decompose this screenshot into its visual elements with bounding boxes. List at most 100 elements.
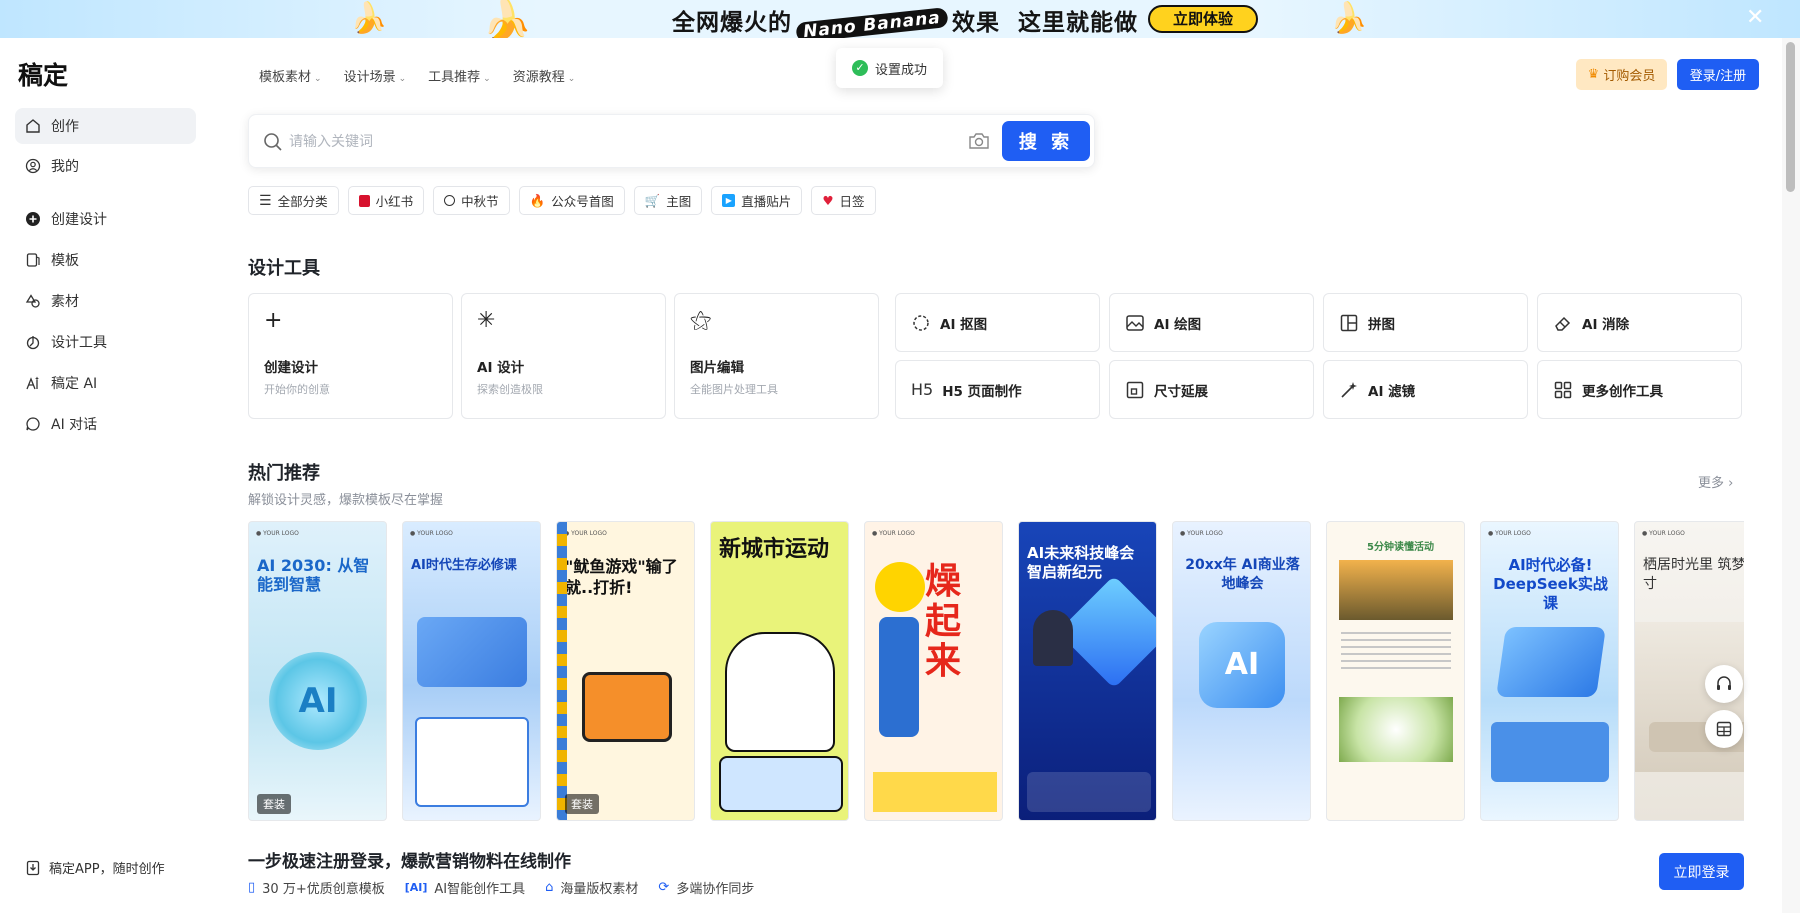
banana-icon: 🍌	[1330, 1, 1368, 36]
template-icon: ▯	[248, 880, 256, 895]
sync-icon: ⟳	[658, 880, 670, 895]
template-card[interactable]: ● YOUR LOGO AI时代必备! DeepSeek实战课	[1480, 521, 1619, 821]
sidebar: 稿定 创作 我的 创建设计 模板 素材 设计工具 稿定 AI AI 对话 稿定A…	[0, 38, 214, 913]
chip-live-sticker[interactable]: ▶ 直播贴片	[711, 186, 803, 215]
feature-ai-tools: [AI] AI智能创作工具	[404, 881, 526, 897]
tools-icon	[26, 336, 40, 350]
promo-banner[interactable]: 🍌 🍌 🍌 全网爆火的 Nano Banana 效果 这里就能做 立即体验 ✕	[0, 0, 1800, 38]
user-icon	[25, 158, 41, 174]
success-toast: ✓ 设置成功	[836, 48, 943, 88]
topnav-item-templates[interactable]: 模板素材 ⌄	[259, 66, 322, 85]
chip-wechat-cover[interactable]: 🔥 公众号首图	[518, 186, 625, 215]
feature-templates: ▯ 30 万+优质创意模板	[248, 880, 385, 897]
chevron-right-icon: ›	[1728, 476, 1734, 491]
sidebar-item-gaoding-ai[interactable]: 稿定 AI	[15, 365, 196, 401]
login-register-button[interactable]: 登录/注册	[1677, 59, 1759, 90]
camera-icon[interactable]	[968, 131, 990, 151]
sidebar-item-create[interactable]: 创作	[15, 108, 196, 144]
tool-collage[interactable]: 拼图	[1323, 293, 1528, 352]
cart-icon: 🛒	[644, 192, 661, 208]
chevron-down-icon: ⌄	[567, 74, 576, 84]
banner-cta-button[interactable]: 立即体验	[1148, 5, 1258, 33]
promo-login-button[interactable]: 立即登录	[1659, 853, 1744, 890]
search-input[interactable]	[289, 130, 989, 154]
cutout-icon	[913, 314, 929, 331]
chip-mid-autumn[interactable]: 中秋节	[433, 186, 510, 215]
download-icon	[26, 860, 40, 875]
chevron-down-icon: ⌄	[314, 74, 322, 84]
ai-icon	[26, 376, 39, 390]
tool-ai-filter[interactable]: AI 滤镜	[1323, 360, 1528, 419]
download-app-link[interactable]: 稿定APP，随时创作	[25, 858, 165, 877]
design-tools-title: 设计工具	[248, 258, 320, 279]
tool-image-edit[interactable]: ⚝ 图片编辑 全能图片处理工具	[674, 293, 879, 419]
more-link[interactable]: 更多 ›	[1698, 472, 1733, 491]
banner-headline: 全网爆火的 Nano Banana 效果 这里就能做	[672, 3, 1138, 38]
chip-main-image[interactable]: 🛒 主图	[633, 186, 703, 215]
template-card[interactable]: ● YOUR LOGO AI时代生存必修课	[402, 521, 541, 821]
ai-scan-icon: [AI]	[404, 881, 428, 894]
template-card[interactable]: ● YOUR LOGO 20xx年 AI商业落地峰会 AI	[1172, 521, 1311, 821]
tool-ai-draw[interactable]: AI 绘图	[1109, 293, 1314, 352]
check-icon: ✓	[851, 60, 868, 76]
template-card[interactable]: 新城市运动	[710, 521, 849, 821]
eraser-icon	[1555, 316, 1571, 331]
resize-icon	[1126, 381, 1144, 398]
chip-xiaohongshu[interactable]: 小红书	[347, 186, 425, 215]
customer-service-button[interactable]	[1705, 665, 1743, 703]
top-nav: 模板素材 ⌄ 设计场景 ⌄ 工具推荐 ⌄ 资源教程 ⌄	[259, 66, 575, 85]
shapes-icon	[25, 294, 40, 308]
fire-icon: 🔥	[529, 192, 546, 208]
tool-ai-cutout[interactable]: AI 抠图	[895, 293, 1100, 352]
plus-circle-icon	[26, 212, 40, 226]
ai-graphic: AI	[269, 652, 367, 750]
template-card[interactable]: 5分钟读懂活动	[1326, 521, 1465, 821]
page-scrollbar[interactable]	[1782, 38, 1800, 913]
promo-features: ▯ 30 万+优质创意模板 [AI] AI智能创作工具 ⌂ 海量版权素材 ⟳ 多端协作同…	[248, 878, 754, 897]
vip-button[interactable]: ♛ 订购会员	[1576, 59, 1667, 90]
heart-icon: ♥	[822, 193, 834, 208]
grid-icon	[1554, 381, 1572, 398]
sidebar-item-design-tools[interactable]: 设计工具	[15, 324, 196, 360]
home-icon	[26, 119, 40, 133]
search-button[interactable]: 搜 索	[1002, 121, 1090, 161]
filter-wand-icon	[1341, 381, 1357, 398]
play-icon: ▶	[722, 194, 736, 207]
chip-daily-sign[interactable]: ♥ 日签	[811, 186, 876, 215]
tool-create-design[interactable]: + 创建设计 开始你的创意	[248, 293, 453, 419]
template-icon	[26, 253, 40, 267]
tool-more[interactable]: 更多创作工具	[1537, 360, 1742, 419]
sidebar-item-materials[interactable]: 素材	[15, 283, 196, 319]
h5-icon: H5	[911, 380, 934, 399]
sidebar-item-mine[interactable]: 我的	[15, 148, 196, 184]
template-card[interactable]: ● YOUR LOGO AI 2030: 从智能到智慧 AI 套装	[248, 521, 387, 821]
sidebar-item-templates[interactable]: 模板	[15, 242, 196, 278]
chevron-down-icon: ⌄	[483, 74, 491, 84]
tool-ai-design[interactable]: ✳ AI 设计 探索创造极限	[461, 293, 666, 419]
sidebar-item-ai-chat[interactable]: AI 对话	[15, 406, 196, 442]
crown-icon: ♛	[1587, 67, 1600, 82]
feature-sync: ⟳ 多端协作同步	[658, 880, 755, 897]
scrollbar-thumb[interactable]	[1786, 42, 1795, 192]
topnav-item-tools[interactable]: 工具推荐 ⌄	[428, 66, 491, 85]
app-logo[interactable]: 稿定	[18, 56, 68, 92]
sidebar-item-create-design[interactable]: 创建设计	[15, 201, 196, 237]
close-icon[interactable]: ✕	[1746, 5, 1764, 30]
banana-icon: 🍌	[482, 0, 532, 38]
template-card[interactable]: ● YOUR LOGO "鱿鱼游戏"输了就..打折! 套装	[556, 521, 695, 821]
template-card[interactable]: ● YOUR LOGO 燥起来	[864, 521, 1003, 821]
topnav-item-resources[interactable]: 资源教程 ⌄	[513, 66, 576, 85]
tool-h5-page[interactable]: H5 H5 页面制作	[895, 360, 1100, 419]
layout-button[interactable]	[1705, 710, 1743, 748]
plus-icon: +	[264, 308, 283, 333]
nano-banana-badge: Nano Banana	[795, 7, 949, 38]
tool-resize[interactable]: 尺寸延展	[1109, 360, 1314, 419]
template-card[interactable]: AI未来科技峰会 智启新纪元	[1018, 521, 1157, 821]
chip-all-categories[interactable]: ☰ 全部分类	[248, 186, 339, 215]
menu-icon: ☰	[259, 192, 272, 209]
search-icon	[264, 133, 282, 151]
chat-icon	[26, 417, 40, 431]
tool-ai-erase[interactable]: AI 消除	[1537, 293, 1742, 352]
headset-icon	[1717, 676, 1731, 690]
topnav-item-scenes[interactable]: 设计场景 ⌄	[344, 66, 407, 85]
